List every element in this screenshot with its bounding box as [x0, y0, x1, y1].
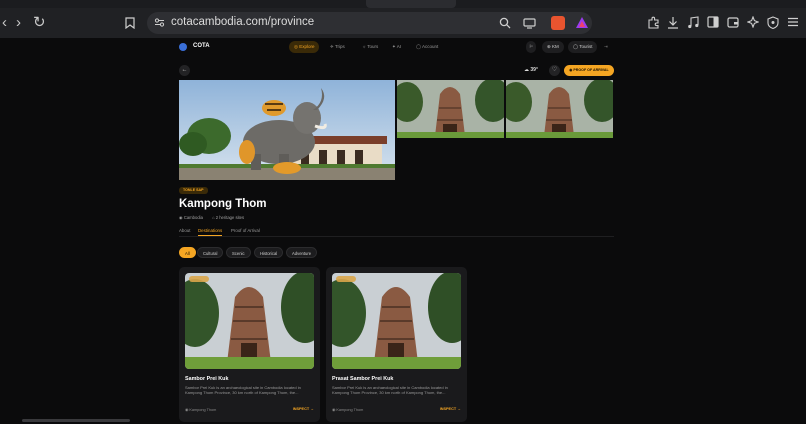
- proof-of-arrival-button[interactable]: ◉ PROOF OF ARRIVAL: [564, 65, 614, 76]
- notification-button[interactable]: ⚐: [526, 41, 537, 53]
- bookmark-icon[interactable]: [125, 17, 135, 31]
- rewards-icon[interactable]: [575, 16, 589, 30]
- search-icon[interactable]: [499, 17, 511, 31]
- gallery-photo-temple-2[interactable]: [506, 80, 613, 138]
- temple-image: [185, 273, 314, 369]
- arrow-left-icon: ←: [181, 67, 188, 73]
- proof-of-arrival-label: PROOF OF ARRIVAL: [573, 68, 609, 72]
- tab-destinations[interactable]: Destinations: [198, 228, 222, 233]
- card-category-badge: [189, 276, 209, 282]
- wallet-icon[interactable]: [727, 16, 739, 30]
- elephant-statue-image: [179, 80, 395, 180]
- card-description: Sambor Prei Kuk is an archaeological sit…: [332, 385, 448, 396]
- active-tab-indicator: [198, 235, 222, 236]
- nav-account-label: Account: [422, 44, 439, 49]
- sidebar-icon[interactable]: [707, 16, 719, 30]
- download-icon[interactable]: [667, 16, 679, 31]
- card-location-label: Kampong Thom: [336, 408, 364, 412]
- nav-ai[interactable]: ✦ AI: [387, 41, 406, 53]
- heart-icon: ♡: [551, 67, 558, 73]
- horizontal-scrollbar[interactable]: [22, 419, 130, 422]
- nav-trips[interactable]: ✈ Trips: [325, 41, 350, 53]
- address-bar[interactable]: cotacambodia.com/province: [147, 12, 592, 34]
- browser-toolbar: ‹ › ↻ cotacambodia.com/province: [0, 8, 806, 38]
- nav-ai-label: AI: [396, 44, 402, 49]
- language-label: KM: [552, 44, 559, 49]
- browser-tab-strip: [0, 0, 806, 8]
- nav-account[interactable]: ◯ Account: [411, 41, 443, 53]
- brand-name[interactable]: COTA: [193, 43, 210, 49]
- page-content: COTA ◎ Explore ✈ Trips ☼ Tours ✦ AI ◯ Ac…: [0, 38, 806, 424]
- country-label: Cambodia: [183, 215, 203, 220]
- card-location: ◉ Kampong Thom: [185, 407, 216, 412]
- back-button[interactable]: ←: [179, 65, 190, 76]
- logout-icon: ⇥: [604, 44, 608, 49]
- gallery-photo-temple-1[interactable]: [397, 80, 504, 138]
- inspect-link[interactable]: INSPECT →: [440, 407, 461, 411]
- filter-scenic[interactable]: Scenic: [226, 247, 251, 258]
- country-meta: ◉ Cambodia: [179, 215, 203, 220]
- app-nav: COTA ◎ Explore ✈ Trips ☼ Tours ✦ AI ◯ Ac…: [0, 38, 806, 56]
- card-location-label: Kampong Thom: [189, 408, 217, 412]
- cota-logo[interactable]: [179, 43, 187, 51]
- region-tag: TONLE SAP: [179, 187, 208, 194]
- card-location: ◉ Kampong Thom: [332, 407, 363, 412]
- temple-image: [332, 273, 461, 369]
- back-icon[interactable]: ‹: [2, 15, 7, 31]
- temple-image: [506, 80, 613, 138]
- vpn-icon[interactable]: [767, 16, 779, 31]
- extensions-icon[interactable]: [647, 16, 660, 31]
- nav-tours[interactable]: ☼ Tours: [357, 41, 383, 53]
- heritage-label: 2 heritage sites: [215, 215, 245, 220]
- active-tab-edge[interactable]: [366, 0, 456, 8]
- nav-tours-label: Tours: [367, 44, 379, 49]
- temple-image: [397, 80, 504, 138]
- user-button[interactable]: ◯ Tourist: [568, 41, 598, 53]
- tab-proof-of-arrival[interactable]: Proof of Arrival: [231, 228, 260, 233]
- forward-icon[interactable]: ›: [16, 15, 21, 31]
- nav-explore[interactable]: ◎ Explore: [289, 41, 320, 53]
- language-button[interactable]: ⊕ KM: [542, 41, 564, 53]
- destination-card[interactable]: Prasat Sambor Prei Kuk Sambor Prei Kuk i…: [326, 267, 467, 422]
- brave-shield-icon[interactable]: [551, 16, 565, 30]
- hero-photo-elephant[interactable]: [179, 80, 395, 180]
- reload-icon[interactable]: ↻: [33, 15, 46, 31]
- filter-cultural[interactable]: Cultural: [197, 247, 224, 258]
- tabs-divider: [179, 236, 614, 237]
- logout-button[interactable]: ⇥: [601, 41, 611, 53]
- filter-historical[interactable]: Historical: [254, 247, 284, 258]
- inspect-link[interactable]: INSPECT →: [293, 407, 314, 411]
- nav-explore-label: Explore: [299, 44, 315, 49]
- user-label: Tourist: [579, 44, 593, 49]
- filter-all[interactable]: All: [179, 247, 196, 258]
- card-title: Prasat Sambor Prei Kuk: [332, 376, 394, 382]
- card-image: [332, 273, 461, 369]
- cast-icon[interactable]: [523, 17, 536, 31]
- destination-card[interactable]: Sambor Prei Kuk Sambor Prei Kuk is an ar…: [179, 267, 320, 422]
- tab-about[interactable]: About: [179, 228, 190, 233]
- card-title: Sambor Prei Kuk: [185, 376, 229, 382]
- bell-icon: ⚐: [529, 44, 534, 49]
- music-icon[interactable]: [687, 16, 699, 31]
- card-category-badge: [336, 276, 356, 282]
- temperature: 39°: [530, 67, 538, 73]
- province-title: Kampong Thom: [179, 198, 267, 210]
- card-description: Sambor Prei Kuk is an archaeological sit…: [185, 385, 301, 396]
- favorite-button[interactable]: ♡: [549, 65, 560, 76]
- url-text: cotacambodia.com/province: [171, 16, 315, 28]
- weather-readout: ☁ 39°: [524, 67, 538, 73]
- filter-adventure[interactable]: Adventure: [286, 247, 318, 258]
- nav-trips-label: Trips: [334, 44, 345, 49]
- site-info-icon[interactable]: [154, 17, 165, 30]
- menu-icon[interactable]: [787, 16, 799, 30]
- card-image: [185, 273, 314, 369]
- heritage-meta: ⌂ 2 heritage sites: [212, 215, 244, 220]
- leo-icon[interactable]: [746, 15, 760, 30]
